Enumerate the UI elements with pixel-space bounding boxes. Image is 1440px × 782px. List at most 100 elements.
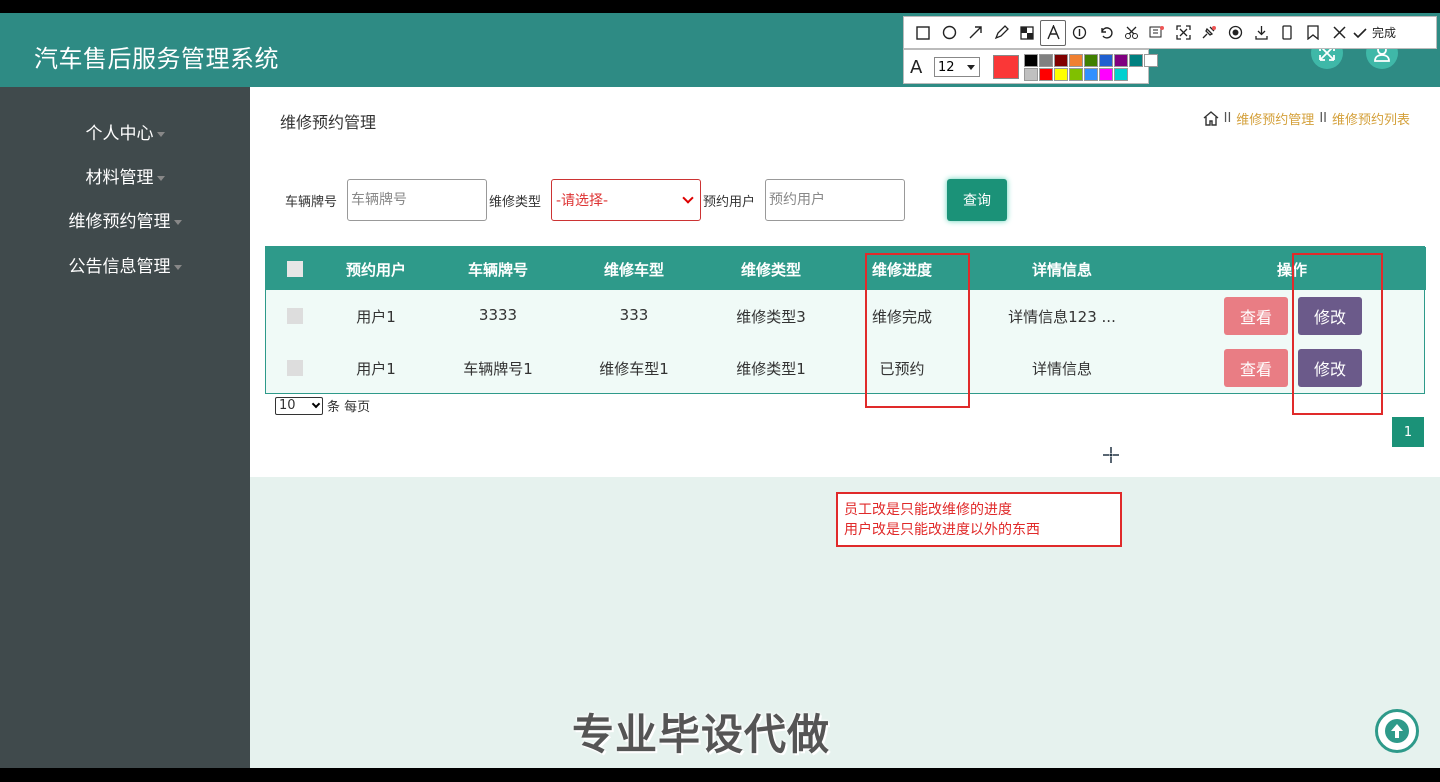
cell-model: 333	[619, 306, 649, 324]
page-size-value: 10	[279, 398, 296, 413]
download-icon[interactable]	[1248, 20, 1274, 46]
sidebar-item-materials[interactable]: 材料管理	[0, 163, 250, 188]
cell-model: 维修车型1	[599, 360, 669, 378]
crosshair-cursor-icon	[1103, 447, 1119, 463]
color-swatch[interactable]	[1144, 54, 1158, 67]
header-detail: 详情信息	[1031, 261, 1092, 279]
breadcrumb-repair-booking[interactable]: 维修预约管理	[1236, 109, 1314, 128]
plate-input[interactable]	[347, 179, 487, 221]
repair-type-selected: -请选择-	[556, 193, 609, 209]
color-swatch[interactable]	[1069, 54, 1083, 67]
annotation-box-actions	[1292, 253, 1383, 415]
sidebar-item-label: 材料管理	[85, 168, 154, 188]
text-style-bar: A 12	[903, 49, 1158, 84]
view-button[interactable]: 查看	[1224, 297, 1288, 335]
user-input[interactable]	[765, 179, 905, 221]
color-swatch[interactable]	[1039, 54, 1053, 67]
ocr-icon[interactable]	[1144, 20, 1170, 46]
number-marker-icon[interactable]	[1066, 20, 1092, 46]
header-plate: 车辆牌号	[467, 261, 528, 279]
booking-table: 预约用户 车辆牌号 维修车型 维修类型 维修进度 详情信息 操作 用户1 333…	[265, 246, 1426, 394]
breadcrumb-booking-list[interactable]: 维修预约列表	[1332, 109, 1410, 128]
close-icon[interactable]	[1326, 20, 1352, 46]
row-checkbox[interactable]	[287, 308, 303, 324]
font-size-value: 12	[938, 59, 955, 75]
chevron-down-icon	[682, 192, 694, 204]
capture-region-icon[interactable]	[1170, 20, 1196, 46]
arrow-tool-icon[interactable]	[962, 20, 988, 46]
scissors-icon[interactable]	[1118, 20, 1144, 46]
sidebar-item-announcements[interactable]: 公告信息管理	[0, 252, 250, 277]
caret-down-icon	[156, 131, 165, 137]
pin-icon[interactable]	[1196, 20, 1222, 46]
color-swatch[interactable]	[1024, 54, 1038, 67]
caret-down-icon	[173, 264, 182, 270]
bookmark-icon[interactable]	[1300, 20, 1326, 46]
color-swatch[interactable]	[1069, 68, 1083, 81]
screenshot-toolbar: 完成	[903, 16, 1437, 49]
annotation-line-1: 员工改是只能改维修的进度	[844, 502, 1012, 518]
sidebar-item-repair-booking[interactable]: 维修预约管理	[0, 207, 250, 232]
undo-icon[interactable]	[1092, 20, 1118, 46]
header-user: 预约用户	[345, 261, 406, 279]
plate-label: 车辆牌号	[285, 195, 338, 210]
caret-down-icon	[967, 64, 975, 70]
color-swatch[interactable]	[1084, 68, 1098, 81]
annotation-note: 员工改是只能改维修的进度 用户改是只能改进度以外的东西	[836, 492, 1122, 547]
color-swatch[interactable]	[1099, 54, 1113, 67]
user-label: 预约用户	[703, 195, 756, 210]
pen-tool-icon[interactable]	[988, 20, 1014, 46]
color-palette	[1024, 54, 1158, 81]
repair-type-select[interactable]: -请选择-	[551, 179, 701, 221]
cell-user: 用户1	[356, 308, 396, 326]
cell-detail: 详情信息123 ...	[1008, 308, 1116, 326]
color-swatch[interactable]	[1114, 54, 1128, 67]
text-tool-icon[interactable]	[1040, 19, 1066, 46]
mosaic-tool-icon[interactable]	[1014, 20, 1040, 46]
ellipse-tool-icon[interactable]	[936, 20, 962, 46]
watermark: 专业毕设代做	[572, 710, 831, 759]
cell-plate: 车辆牌号1	[463, 360, 533, 378]
chevron-down-icon	[311, 399, 321, 409]
color-swatch[interactable]	[1024, 68, 1038, 81]
breadcrumb-separator: II	[1319, 111, 1327, 126]
arrow-up-icon	[1385, 719, 1409, 743]
sidebar-item-label: 个人中心	[85, 124, 154, 144]
select-all-checkbox[interactable]	[287, 261, 303, 277]
done-button[interactable]: 完成	[1372, 24, 1396, 41]
page-size-control: 10 条 每页	[275, 396, 370, 415]
page-button-1[interactable]: 1	[1392, 417, 1424, 447]
rectangle-tool-icon[interactable]	[910, 20, 936, 46]
color-swatch[interactable]	[1129, 54, 1143, 67]
color-swatch[interactable]	[1039, 68, 1053, 81]
current-color-swatch[interactable]	[993, 55, 1019, 79]
query-button[interactable]: 查询	[947, 179, 1007, 221]
phone-icon[interactable]	[1274, 20, 1300, 46]
header-type: 维修类型	[740, 261, 801, 279]
font-size-select[interactable]: 12	[934, 57, 980, 77]
color-swatch[interactable]	[1054, 68, 1068, 81]
record-icon[interactable]	[1222, 20, 1248, 46]
color-swatch[interactable]	[1099, 68, 1113, 81]
home-icon[interactable]	[1203, 111, 1219, 126]
check-icon[interactable]	[1352, 20, 1368, 46]
breadcrumb: II 维修预约管理 II 维修预约列表	[1203, 109, 1410, 128]
page-title: 维修预约管理	[280, 113, 377, 132]
row-checkbox[interactable]	[287, 360, 303, 376]
caret-down-icon	[173, 219, 182, 225]
sidebar: 个人中心 材料管理 维修预约管理 公告信息管理	[0, 87, 250, 768]
cell-user: 用户1	[356, 360, 396, 378]
cell-type: 维修类型3	[736, 308, 806, 326]
table-row: 用户1 3333 333 维修类型3 维修完成 详情信息123 ... 查看 修…	[266, 290, 1424, 342]
color-swatch[interactable]	[1054, 54, 1068, 67]
color-swatch[interactable]	[1114, 68, 1128, 81]
scroll-to-top-button[interactable]	[1375, 709, 1419, 753]
page-size-select[interactable]: 10	[275, 396, 323, 415]
header-model: 维修车型	[603, 261, 664, 279]
main-content: 维修预约管理 II 维修预约管理 II 维修预约列表 车辆牌号 维修类型 -请选…	[250, 87, 1440, 477]
sidebar-item-personal-center[interactable]: 个人中心	[0, 119, 250, 144]
view-button[interactable]: 查看	[1224, 349, 1288, 387]
per-page-label: 条 每页	[327, 400, 371, 415]
color-swatch[interactable]	[1084, 54, 1098, 67]
app-title: 汽车售后服务管理系统	[34, 45, 279, 73]
